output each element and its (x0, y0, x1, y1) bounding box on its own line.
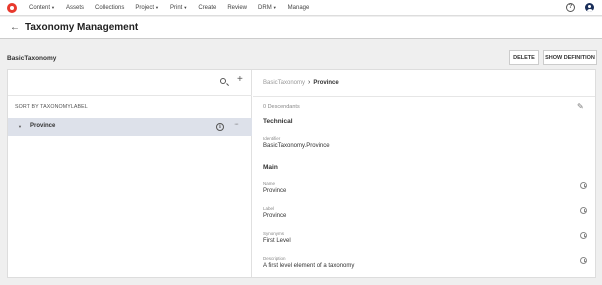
tree-toolbar: + (8, 70, 252, 96)
synonyms-label: Synonyms (263, 231, 285, 236)
taxonomy-panel: + SORT BY TAXONOMYLABEL ▼ Province i ···… (7, 69, 596, 278)
nav-item-project[interactable]: Project ▼ (135, 5, 159, 11)
user-icon[interactable] (585, 3, 594, 12)
tree-item-label: Province (30, 123, 56, 129)
taxonomy-header: BasicTaxonomy DELETE SHOW DEFINITION (7, 49, 597, 67)
more-icon[interactable]: ··· (234, 121, 239, 128)
tree-pane: + SORT BY TAXONOMYLABEL ▼ Province i ··· (8, 70, 252, 277)
breadcrumb-current: Province (313, 79, 339, 86)
nav-item-content[interactable]: Content ▼ (29, 5, 55, 11)
synonyms-value: First Level (263, 238, 291, 244)
chevron-right-icon: › (308, 79, 311, 86)
chevron-down-icon: ▼ (272, 5, 277, 10)
nav-item-print[interactable]: Print ▼ (170, 5, 187, 11)
nav-item-collections[interactable]: Collections (95, 5, 124, 11)
page-title: Taxonomy Management (25, 22, 139, 33)
back-icon[interactable]: ← (10, 22, 20, 33)
descendants-count: 0 Descendants (263, 104, 300, 110)
history-icon[interactable] (580, 207, 587, 214)
label-label: Label (263, 206, 275, 211)
identifier-value: BasicTaxonomy.Province (263, 143, 330, 149)
tree-item-province[interactable]: ▼ Province i ··· (8, 118, 252, 136)
logo-icon[interactable] (7, 2, 17, 13)
info-icon[interactable]: i (216, 123, 224, 131)
taxonomy-name: BasicTaxonomy (7, 54, 57, 62)
detail-pane: BasicTaxonomy › Province 0 Descendants ✎… (253, 70, 595, 277)
chevron-down-icon: ▼ (183, 5, 188, 10)
label-value: Province (263, 213, 287, 219)
nav-item-assets[interactable]: Assets (66, 5, 84, 11)
history-icon[interactable] (580, 232, 587, 239)
description-label: Description (263, 256, 286, 261)
nav-item-manage[interactable]: Manage (288, 5, 310, 11)
history-icon[interactable] (580, 257, 587, 264)
top-nav-bar: Content ▼ Assets Collections Project ▼ Pri… (0, 0, 602, 16)
name-label: Name (263, 181, 276, 186)
name-value: Province (263, 188, 287, 194)
history-icon[interactable] (580, 182, 587, 189)
nav-item-create[interactable]: Create (198, 5, 216, 11)
help-icon[interactable]: ? (566, 3, 575, 12)
delete-button[interactable]: DELETE (509, 50, 539, 65)
nav-item-drm[interactable]: DRM ▼ (258, 5, 277, 11)
page-header: ← Taxonomy Management (0, 17, 602, 39)
section-main-title: Main (263, 164, 278, 171)
nav-item-review[interactable]: Review (227, 5, 247, 11)
topbar-actions: ? (566, 3, 594, 12)
identifier-label: Identifier (263, 136, 281, 141)
chevron-down-icon: ▼ (51, 5, 55, 10)
divider (253, 96, 595, 97)
search-icon[interactable] (220, 78, 226, 84)
chevron-down-icon: ▼ (155, 5, 160, 10)
breadcrumb: BasicTaxonomy › Province (263, 79, 339, 86)
breadcrumb-root[interactable]: BasicTaxonomy (263, 80, 305, 86)
show-definition-button[interactable]: SHOW DEFINITION (543, 50, 597, 65)
caret-icon[interactable]: ▼ (18, 124, 22, 129)
edit-icon[interactable]: ✎ (577, 102, 584, 111)
description-value: A first level element of a taxonomy (263, 263, 355, 269)
plus-icon[interactable]: + (237, 75, 243, 85)
sort-label[interactable]: SORT BY TAXONOMYLABEL (15, 104, 88, 110)
section-technical-title: Technical (263, 118, 293, 125)
